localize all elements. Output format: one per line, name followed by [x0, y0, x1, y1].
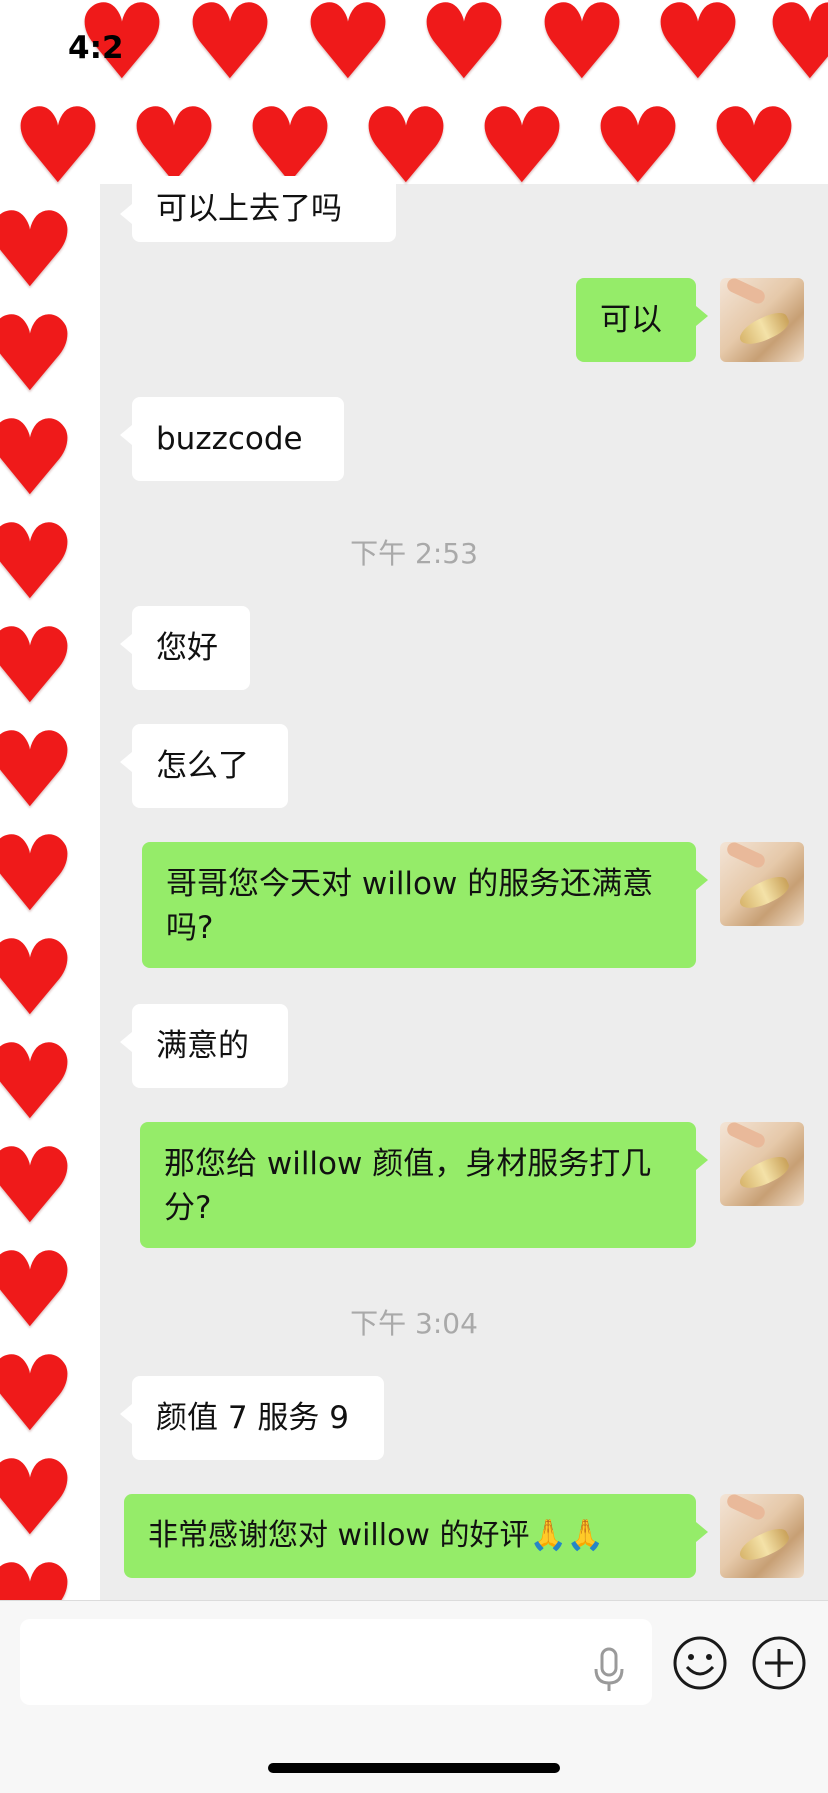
- chat-timestamp: 下午 3:04: [350, 1307, 478, 1340]
- message-input[interactable]: [20, 1619, 652, 1705]
- message-bubble-sent[interactable]: 可以: [576, 278, 708, 362]
- message-text: 哥哥您今天对 willow 的服务还满意吗?: [166, 866, 654, 946]
- message-text: 那您给 willow 颜值，身材服务打几分?: [164, 1146, 652, 1226]
- message-bubble-sent[interactable]: 那您给 willow 颜值，身材服务打几分?: [140, 1122, 708, 1248]
- message-text: 满意的: [156, 1028, 249, 1064]
- message-text: 非常感谢您对 willow 的好评🙏🙏: [148, 1518, 605, 1553]
- message-bubble-received[interactable]: 满意的: [120, 1004, 288, 1088]
- my-avatar[interactable]: [720, 1122, 804, 1206]
- message-text: 颜值 7 服务 9: [156, 1400, 350, 1436]
- message-bubble-received[interactable]: buzzcode: [120, 397, 344, 481]
- plus-icon[interactable]: [751, 1635, 807, 1691]
- message-text: 可以上去了吗: [156, 191, 342, 227]
- message-bubble-received[interactable]: 怎么了: [120, 724, 288, 808]
- message-bubble-sent[interactable]: 哥哥您今天对 willow 的服务还满意吗?: [142, 842, 708, 968]
- emoji-icon[interactable]: [672, 1635, 728, 1691]
- message-text: 怎么了: [156, 748, 249, 784]
- message-text: 可以: [600, 302, 662, 338]
- message-bubble-sent[interactable]: 非常感谢您对 willow 的好评🙏🙏: [124, 1494, 708, 1578]
- my-avatar[interactable]: [720, 1494, 804, 1578]
- message-bubble-received[interactable]: 可以上去了吗: [120, 176, 396, 242]
- my-avatar[interactable]: [720, 842, 804, 926]
- mic-icon[interactable]: [592, 1647, 626, 1693]
- my-avatar[interactable]: [720, 278, 804, 362]
- message-text: 您好: [156, 630, 218, 666]
- chat-timestamp: 下午 2:53: [350, 537, 478, 570]
- message-bubble-received[interactable]: 您好: [120, 606, 250, 690]
- status-bar-time: 4:2: [68, 30, 124, 66]
- message-bubble-received[interactable]: 颜值 7 服务 9: [120, 1376, 384, 1460]
- home-indicator[interactable]: [268, 1763, 560, 1773]
- message-text: buzzcode: [156, 421, 303, 457]
